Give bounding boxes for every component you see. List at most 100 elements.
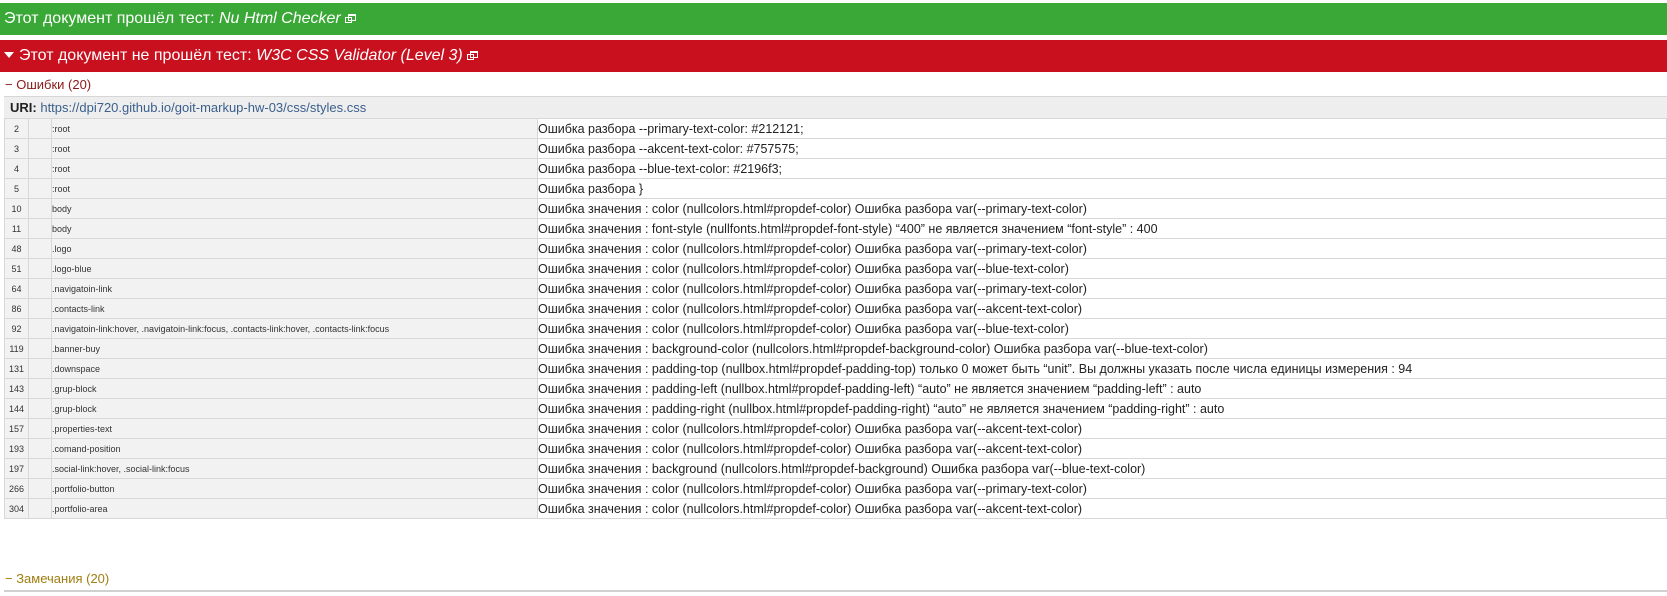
table-row: 86 .contacts-link Ошибка значения : color … (4, 298, 1667, 319)
message-cell: Ошибка значения : padding-right (nullbox… (537, 398, 1667, 419)
empty-cell (28, 398, 52, 419)
line-number-cell: 144 (4, 398, 29, 419)
message-cell: Ошибка значения : padding-left (nullbox.… (537, 378, 1667, 399)
message-cell: Ошибка значения : color (nullcolors.html… (537, 198, 1667, 219)
message-cell: Ошибка разбора --akcent-text-color: #757… (537, 138, 1667, 159)
context-cell: .banner-buy (51, 338, 538, 359)
pass-banner-text: Этот документ прошёл тест: (4, 10, 219, 27)
table-row: 48 .logo Ошибка значения : color (nullcolo… (4, 238, 1667, 259)
line-number-cell: 193 (4, 438, 29, 459)
empty-cell (28, 258, 52, 279)
table-row: 4 :root Ошибка разбора --blue-text-color: … (4, 158, 1667, 179)
line-number-cell: 51 (4, 258, 29, 279)
line-number-cell: 92 (4, 318, 29, 339)
line-number-cell: 48 (4, 238, 29, 259)
empty-cell (28, 238, 52, 259)
context-cell: :root (51, 118, 538, 139)
empty-cell (28, 438, 52, 459)
table-row: 10 body Ошибка значения : color (nullcolor… (4, 198, 1667, 219)
line-number-cell: 304 (4, 498, 29, 519)
empty-cell (28, 478, 52, 499)
empty-cell (28, 498, 52, 519)
table-row: 2:root Ошибка разбора --primary-text-colo… (4, 118, 1667, 139)
context-cell: .properties-text (51, 418, 538, 439)
fail-banner-tool-link[interactable]: W3C CSS Validator (Level 3) (256, 47, 463, 64)
errors-toggle[interactable]: − Ошибки (20) (5, 77, 91, 92)
message-cell: Ошибка значения : background (nullcolors… (537, 458, 1667, 479)
table-row: 197 .social-link:hover, .social-link:focu… (4, 458, 1667, 479)
errors-table: 2:root Ошибка разбора --primary-text-colo… (4, 118, 1667, 519)
line-number-cell: 4 (4, 158, 29, 179)
context-cell: body (51, 218, 538, 239)
line-number-cell: 143 (4, 378, 29, 399)
message-cell: Ошибка значения : color (nullcolors.html… (537, 438, 1667, 459)
fail-banner[interactable]: Этот документ не прошёл тест: W3C CSS Va… (0, 40, 1667, 72)
context-cell: .downspace (51, 358, 538, 379)
message-cell: Ошибка значения : color (nullcolors.html… (537, 498, 1667, 519)
line-number-cell: 86 (4, 298, 29, 319)
table-row: 64 .navigatoin-link Ошибка значения : colo… (4, 278, 1667, 299)
uri-bar: URI: https://dpi720.github.io/goit-marku… (4, 96, 1667, 118)
divider (4, 590, 1667, 592)
message-cell: Ошибка значения : color (nullcolors.html… (537, 278, 1667, 299)
warnings-toggle[interactable]: − Замечания (20) (5, 571, 109, 586)
message-cell: Ошибка значения : color (nullcolors.html… (537, 478, 1667, 499)
line-number-cell: 64 (4, 278, 29, 299)
table-row: 3 :root Ошибка разбора --akcent-text-color… (4, 138, 1667, 159)
table-row: 266 .portfolio-button Ошибка значения : co… (4, 478, 1667, 499)
external-link-icon[interactable] (466, 51, 478, 61)
pass-banner[interactable]: Этот документ прошёл тест: Nu Html Check… (0, 3, 1667, 35)
empty-cell (28, 198, 52, 219)
uri-label: URI: (10, 100, 37, 115)
empty-cell (28, 338, 52, 359)
message-cell: Ошибка значения : padding-top (nullbox.h… (537, 358, 1667, 379)
message-cell: Ошибка разбора --primary-text-color: #21… (537, 118, 1667, 139)
message-cell: Ошибка значения : color (nullcolors.html… (537, 258, 1667, 279)
message-cell: Ошибка значения : color (nullcolors.html… (537, 238, 1667, 259)
empty-cell (28, 418, 52, 439)
table-row: 144 .grup-block Ошибка значения : padding-… (4, 398, 1667, 419)
context-cell: .navigatoin-link:hover, .navigatoin-link… (51, 318, 538, 339)
empty-cell (28, 318, 52, 339)
table-row: 119 .banner-buy Ошибка значения : backgrou… (4, 338, 1667, 359)
line-number-cell: 157 (4, 418, 29, 439)
empty-cell (28, 218, 52, 239)
external-link-icon[interactable] (344, 14, 356, 24)
pass-banner-tool-link[interactable]: Nu Html Checker (219, 10, 341, 27)
message-cell: Ошибка значения : color (nullcolors.html… (537, 418, 1667, 439)
line-number-cell: 131 (4, 358, 29, 379)
line-number-cell: 197 (4, 458, 29, 479)
context-cell: .grup-block (51, 398, 538, 419)
line-number-cell: 10 (4, 198, 29, 219)
table-row: 193 .comand-position Ошибка значения : col… (4, 438, 1667, 459)
context-cell: body (51, 198, 538, 219)
table-row: 11 body Ошибка значения : font-style (null… (4, 218, 1667, 239)
table-row: 5:root Ошибка разбора } (4, 178, 1667, 199)
empty-cell (28, 378, 52, 399)
context-cell: .navigatoin-link (51, 278, 538, 299)
caret-down-icon[interactable] (4, 52, 14, 58)
line-number-cell: 3 (4, 138, 29, 159)
table-row: 143 .grup-block Ошибка значения : padding-… (4, 378, 1667, 399)
empty-cell (28, 278, 52, 299)
empty-cell (28, 358, 52, 379)
line-number-cell: 119 (4, 338, 29, 359)
context-cell: :root (51, 158, 538, 179)
context-cell: .comand-position (51, 438, 538, 459)
context-cell: .portfolio-area (51, 498, 538, 519)
table-row: 304 .portfolio-area Ошибка значения : colo… (4, 498, 1667, 519)
context-cell: :root (51, 138, 538, 159)
context-cell: .grup-block (51, 378, 538, 399)
uri-link[interactable]: https://dpi720.github.io/goit-markup-hw-… (40, 100, 366, 115)
message-cell: Ошибка значения : background-color (null… (537, 338, 1667, 359)
table-row: 51 .logo-blue Ошибка значения : color (nul… (4, 258, 1667, 279)
line-number-cell: 11 (4, 218, 29, 239)
message-cell: Ошибка значения : font-style (nullfonts.… (537, 218, 1667, 239)
message-cell: Ошибка разбора --blue-text-color: #2196f… (537, 158, 1667, 179)
empty-cell (28, 138, 52, 159)
line-number-cell: 5 (4, 178, 29, 199)
line-number-cell: 266 (4, 478, 29, 499)
message-cell: Ошибка разбора } (537, 178, 1667, 199)
empty-cell (28, 458, 52, 479)
context-cell: .logo-blue (51, 258, 538, 279)
